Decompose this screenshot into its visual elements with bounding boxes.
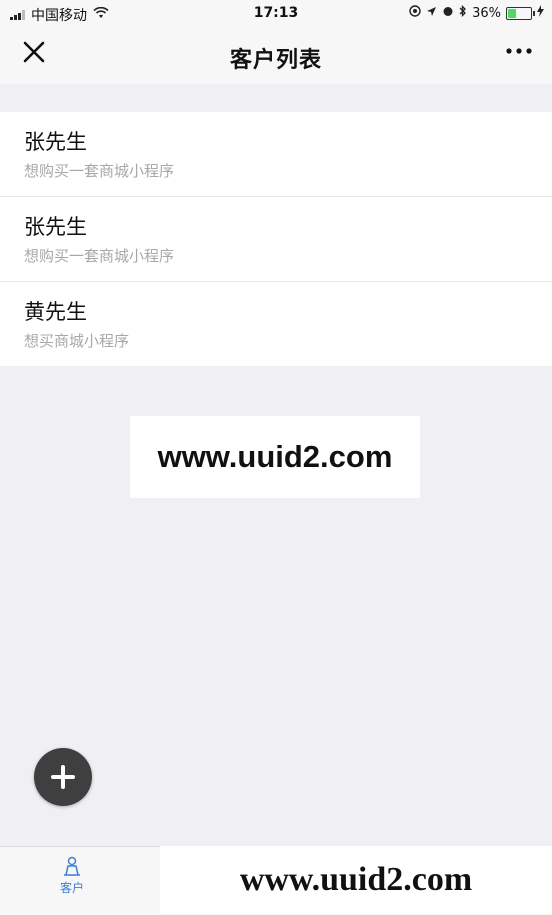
customer-desc: 想买商城小程序 [24,332,130,350]
location-icon [409,5,421,21]
tab-customers[interactable]: 客户 [30,855,114,896]
status-right: 36% [409,4,544,21]
battery-percent: 36% [472,5,501,21]
charging-icon [537,5,544,21]
customer-name: 张先生 [24,215,87,239]
customer-icon [64,856,80,876]
watermark: www.uuid2.com [130,416,420,498]
status-bar: 中国移动 17:13 36% [0,0,552,28]
battery-icon [506,6,535,20]
customer-list: 张先生 想购买一套商城小程序 张先生 想购买一套商城小程序 黄先生 想买商城小程… [0,112,552,366]
footer-watermark: www.uuid2.com [160,846,552,914]
battery-fill [508,8,516,18]
add-customer-button[interactable] [34,748,92,806]
plus-icon [51,765,75,789]
footer-watermark-text: www.uuid2.com [239,861,473,898]
customer-row[interactable]: 张先生 想购买一套商城小程序 [0,112,552,197]
page-title: 客户列表 [229,48,322,73]
tab-label: 客户 [59,881,84,895]
customer-row[interactable]: 张先生 想购买一套商城小程序 [0,197,552,282]
customer-desc: 想购买一套商城小程序 [24,162,175,180]
customer-desc: 想购买一套商城小程序 [24,247,175,265]
customer-name: 张先生 [24,130,87,154]
navigation-arrow-icon [426,6,437,21]
customer-row[interactable]: 黄先生 想买商城小程序 [0,282,552,366]
alarm-icon [442,5,454,21]
more-icon[interactable] [504,36,534,72]
bluetooth-icon [459,4,467,21]
customer-name: 黄先生 [24,300,87,324]
nav-bar: 客户列表 [0,28,552,84]
watermark-text: www.uuid2.com [157,439,393,474]
